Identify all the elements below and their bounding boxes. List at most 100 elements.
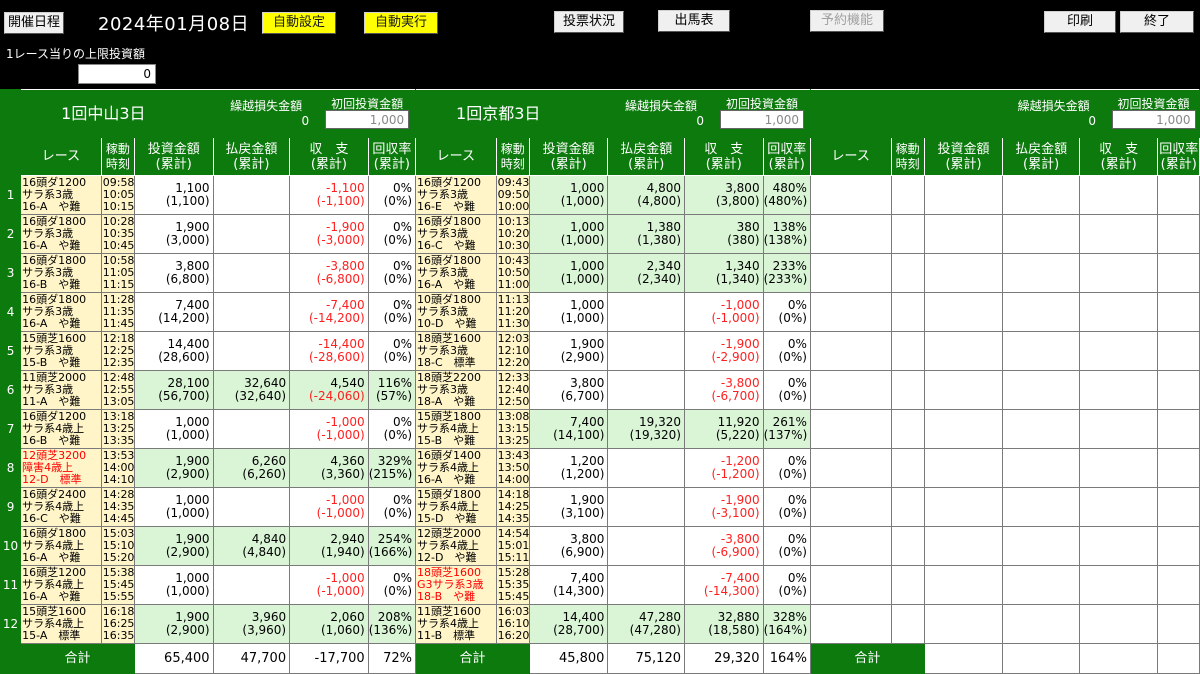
empty-cell: [1078, 604, 1159, 644]
balance-amount: -14,400 (-28,600): [289, 331, 369, 371]
empty-cell: [890, 526, 925, 566]
balance-amount: 2,940 (1,940): [289, 526, 369, 566]
vote-status-button[interactable]: 投票状況: [554, 11, 624, 33]
race-times: 13:43 13:50 14:00: [495, 448, 530, 488]
race-info[interactable]: 16頭芝1200 サラ系4歳上 16-A や難: [20, 565, 102, 605]
exit-button[interactable]: 終了: [1120, 11, 1194, 33]
race-info[interactable]: 18頭芝1600 サラ系3歳 18-C 標準: [415, 331, 497, 371]
race-info[interactable]: 16頭ダ1200 サラ系3歳 16-A や難: [20, 175, 102, 215]
balance-amount: -3,800 (-6,700): [684, 370, 764, 410]
empty-cell: [1002, 526, 1080, 566]
empty-cell: [923, 487, 1004, 527]
empty-cell: [1002, 175, 1080, 215]
col-bet: 投資金額 (累計): [528, 137, 609, 176]
empty-cell: [890, 604, 925, 644]
race-info[interactable]: 16頭ダ1200 サラ系3歳 16-E や難: [415, 175, 497, 215]
empty-cell: [890, 175, 925, 215]
print-button[interactable]: 印刷: [1044, 11, 1116, 33]
empty-cell: [890, 214, 925, 254]
empty-cell: [1002, 331, 1080, 371]
carry-loss-value: 0: [696, 114, 705, 128]
race-info[interactable]: 16頭ダ1800 サラ系3歳 16-C や難: [415, 214, 497, 254]
race-info[interactable]: 18頭芝2200 サラ系3歳 18-A や難: [415, 370, 497, 410]
empty-cell: [1157, 292, 1200, 332]
race-info[interactable]: 15頭ダ1800 サラ系4歳上 15-D や難: [415, 487, 497, 527]
empty-cell: [809, 331, 892, 371]
bet-amount: 7,400 (14,200): [133, 292, 214, 332]
bet-amount: 1,900 (2,900): [528, 331, 609, 371]
race-info[interactable]: 16頭ダ1800 サラ系3歳 16-A や難: [20, 292, 102, 332]
schedule-button[interactable]: 開催日程: [4, 12, 64, 34]
race-info[interactable]: 16頭ダ1200 サラ系4歳上 16-B や難: [20, 409, 102, 449]
balance-amount: -1,000 (-1,000): [289, 487, 369, 527]
race-info[interactable]: 10頭ダ1800 サラ系3歳 10-D や難: [415, 292, 497, 332]
race-info[interactable]: 16頭ダ1800 サラ系3歳 16-A や難: [415, 253, 497, 293]
balance-amount: 1,340 (1,340): [684, 253, 764, 293]
auto-exec-button[interactable]: 自動実行: [364, 12, 438, 34]
payout-amount: [212, 565, 291, 605]
reservation-button[interactable]: 予約機能: [810, 10, 884, 32]
race-info[interactable]: 18頭芝1600 G3サラ系3歳 18-B や難: [415, 565, 497, 605]
col-payout: 払戻金額 (累計): [1002, 137, 1080, 176]
limit-input[interactable]: 0: [78, 64, 156, 84]
race-info[interactable]: 15頭芝1600 サラ系3歳 15-B や難: [20, 331, 102, 371]
total-payout: 75,120: [607, 643, 685, 674]
entries-button[interactable]: 出馬表: [658, 10, 730, 32]
empty-cell: [923, 292, 1004, 332]
recovery-rate: 328% (164%): [762, 604, 811, 644]
empty-cell: [1157, 409, 1200, 449]
race-info[interactable]: 16頭ダ1800 サラ系3歳 16-B や難: [20, 253, 102, 293]
recovery-rate: 0% (0%): [367, 565, 417, 605]
payout-amount: [607, 487, 685, 527]
empty-cell: [923, 370, 1004, 410]
empty-cell: [890, 370, 925, 410]
race-row: 6 11頭芝2000 サラ系3歳 11-A や難 12:48 12:55 13:05 28,1…: [0, 370, 1200, 410]
balance-amount: -1,000 (-1,000): [684, 292, 764, 332]
race-info[interactable]: 11頭芝2000 サラ系3歳 11-A や難: [20, 370, 102, 410]
race-times: 16:03 16:10 16:20: [495, 604, 530, 644]
payout-amount: 4,840 (4,840): [212, 526, 291, 566]
race-info[interactable]: 15頭芝1600 サラ系4歳上 15-A 標準: [20, 604, 102, 644]
race-times: 10:58 11:05 11:15: [100, 253, 135, 293]
race-row: 1 16頭ダ1200 サラ系3歳 16-A や難 09:58 10:05 10:15 1,10…: [0, 175, 1200, 215]
recovery-rate: 254% (166%): [367, 526, 417, 566]
venue-header: 1回京都3日 繰越損失金額 0 初回投資金額 1,000: [415, 89, 811, 138]
balance-amount: -1,200 (-1,200): [684, 448, 764, 488]
empty-cell: [1157, 331, 1200, 371]
first-bet-input[interactable]: 1,000: [720, 110, 805, 129]
race-info[interactable]: 16頭ダ1400 サラ系4歳上 16-A や難: [415, 448, 497, 488]
empty-cell: [1157, 526, 1200, 566]
race-number: 3: [0, 253, 22, 293]
col-payout: 払戻金額 (累計): [607, 137, 685, 176]
race-info[interactable]: 12頭芝2000 サラ系4歳上 12-D や難: [415, 526, 497, 566]
payout-amount: [212, 214, 291, 254]
empty-cell: [1157, 253, 1200, 293]
race-info[interactable]: 12頭芝3200 障害4歳上 12-D 標準: [20, 448, 102, 488]
balance-amount: -1,100 (-1,100): [289, 175, 369, 215]
race-info[interactable]: 16頭ダ1800 サラ系3歳 16-A や難: [20, 214, 102, 254]
col-race: レース: [415, 137, 497, 176]
race-info[interactable]: 15頭芝1800 サラ系4歳上 15-B や難: [415, 409, 497, 449]
empty-cell: [809, 604, 892, 644]
venue-header: 1回中山3日 繰越損失金額 0 初回投資金額 1,000: [20, 89, 417, 138]
race-times: 14:18 14:25 14:35: [495, 487, 530, 527]
first-bet-input[interactable]: 1,000: [325, 110, 410, 129]
header-spacer: [0, 89, 22, 138]
payout-amount: [607, 331, 685, 371]
empty-cell: [1078, 487, 1159, 527]
race-times: 13:53 14:00 14:10: [100, 448, 135, 488]
race-info[interactable]: 11頭芝1600 サラ系4歳上 11-B 標準: [415, 604, 497, 644]
bet-amount: 28,100 (56,700): [133, 370, 214, 410]
empty-cell: [1078, 292, 1159, 332]
recovery-rate: 0% (0%): [367, 487, 417, 527]
race-number: 8: [0, 448, 22, 488]
first-bet-input[interactable]: 1,000: [1111, 110, 1196, 129]
race-info[interactable]: 16頭ダ2400 サラ系4歳上 16-C や難: [20, 487, 102, 527]
race-row: 8 12頭芝3200 障害4歳上 12-D 標準 13:53 14:00 14:10 1,90…: [0, 448, 1200, 488]
race-info[interactable]: 16頭ダ1800 サラ系4歳上 16-A や難: [20, 526, 102, 566]
first-bet-label: 初回投資金額: [726, 97, 799, 111]
auto-setting-button[interactable]: 自動設定: [262, 12, 336, 34]
col-race: レース: [809, 137, 892, 176]
empty-cell: [890, 448, 925, 488]
col-time: 稼動 時刻: [100, 137, 135, 176]
